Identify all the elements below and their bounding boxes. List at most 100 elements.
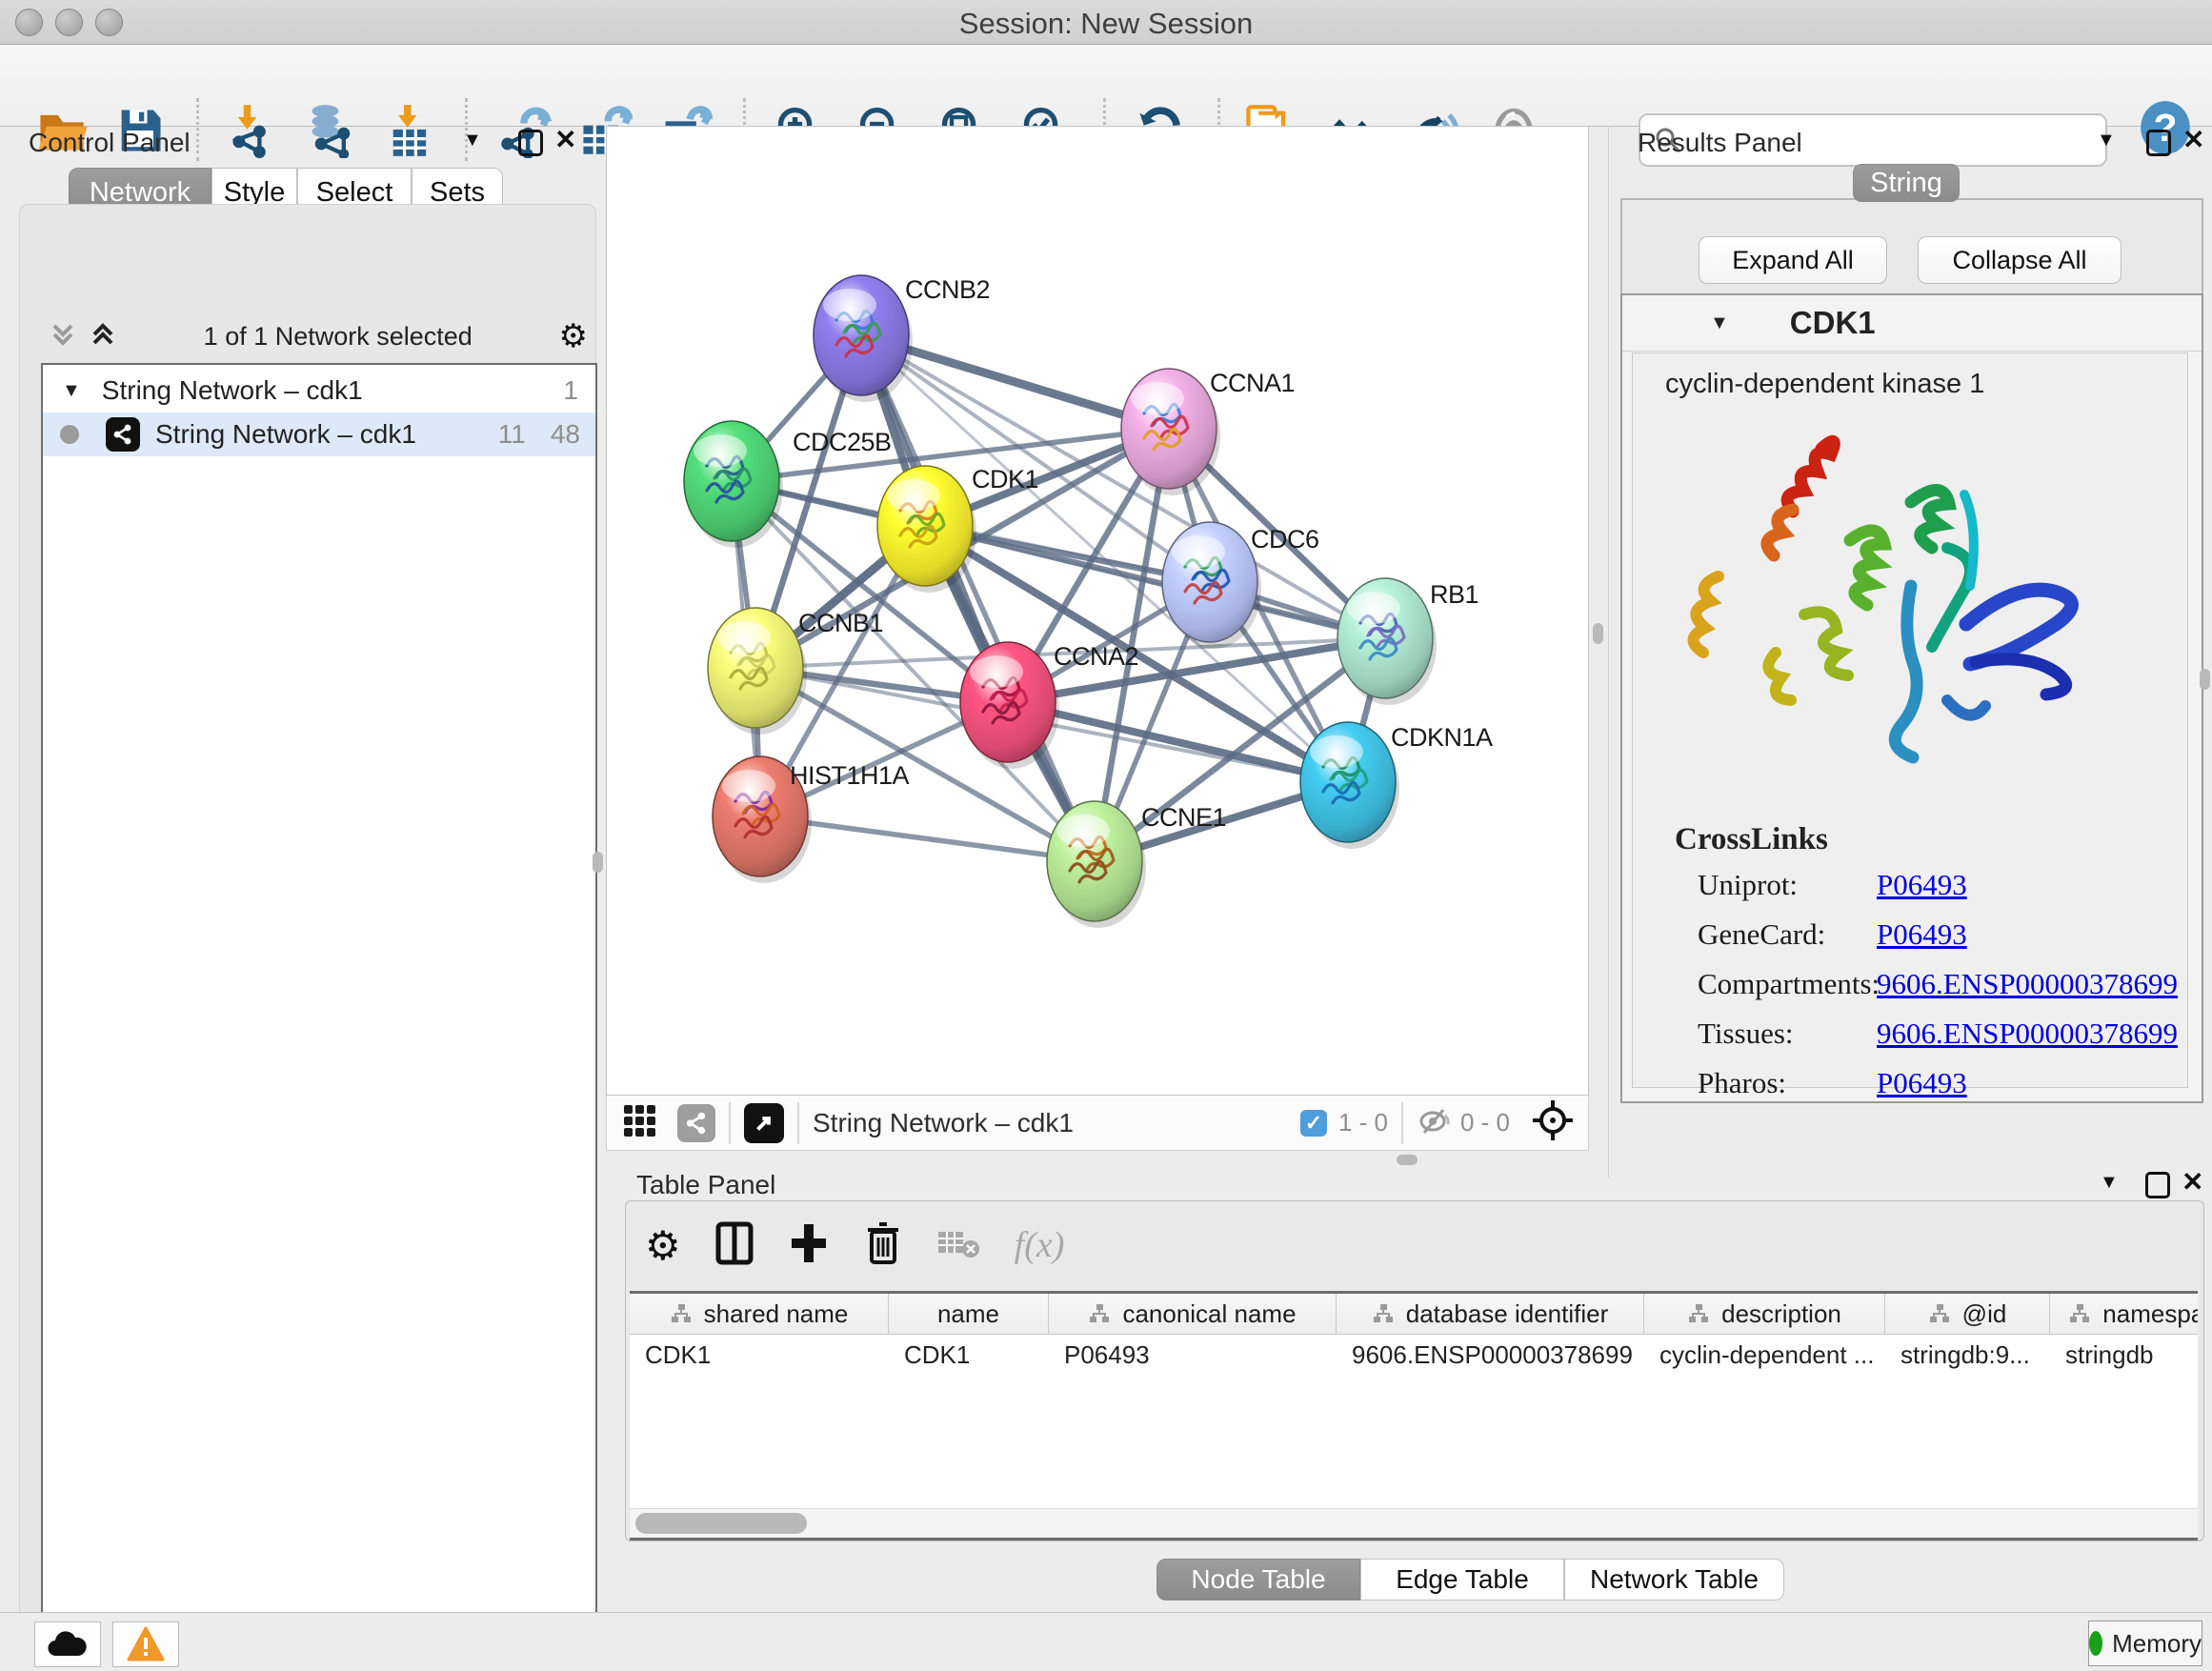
network-collection-row[interactable]: ▼ String Network – cdk1 1 <box>43 369 595 413</box>
svg-text:CCNE1: CCNE1 <box>1141 803 1226 832</box>
table-panel-title: Table Panel <box>636 1170 775 1200</box>
hidden-items-eye-icon[interactable] <box>1417 1104 1453 1141</box>
tab-node-table[interactable]: Node Table <box>1156 1559 1360 1601</box>
float-panel-icon[interactable] <box>518 130 543 156</box>
collapse-all-button[interactable]: Collapse All <box>1918 236 2122 284</box>
svg-text:HIST1H1A: HIST1H1A <box>790 761 910 790</box>
close-panel-icon[interactable]: ✕ <box>2182 1166 2203 1198</box>
float-panel-icon[interactable] <box>2146 130 2171 156</box>
column-header[interactable]: name <box>889 1294 1049 1334</box>
tissues-link[interactable]: 9606.ENSP00000378699 <box>1877 1017 2178 1050</box>
network-graph[interactable]: CCNB2CCNA1CDC25BCDK1CDC6RB1CCNB1CCNA2CDK… <box>607 127 1588 1095</box>
close-panel-icon[interactable]: ✕ <box>2182 124 2204 155</box>
crosslink-value: 9606.ENSP00000378699 <box>1877 1017 2178 1051</box>
delete-column-icon[interactable] <box>864 1220 902 1271</box>
pharos-link[interactable]: P06493 <box>1877 1066 1967 1099</box>
attribute-icon <box>2068 1302 2091 1325</box>
genecard-link[interactable]: P06493 <box>1877 917 1967 951</box>
table-box: ⚙ f(x) shared name name canonical name d… <box>625 1200 2204 1541</box>
add-column-icon[interactable] <box>788 1220 830 1271</box>
fit-selected-crosshair-icon[interactable] <box>1531 1098 1575 1147</box>
control-panel-title: Control Panel <box>29 128 191 158</box>
function-builder-icon[interactable]: f(x) <box>1015 1224 1065 1266</box>
close-panel-icon[interactable]: ✕ <box>554 124 576 155</box>
svg-text:CDK1: CDK1 <box>972 465 1038 493</box>
column-header[interactable]: canonical name <box>1049 1294 1337 1334</box>
entry-name: CDK1 <box>1790 305 1876 341</box>
delete-table-icon[interactable] <box>936 1226 980 1265</box>
node-CCNA1: CCNA1 <box>1121 369 1295 495</box>
current-network-dot-icon <box>60 425 79 444</box>
collection-count: 1 <box>563 375 578 406</box>
attribute-icon <box>1088 1302 1111 1325</box>
panel-menu-icon[interactable]: ▼ <box>2100 1172 2119 1194</box>
memory-button[interactable]: Memory <box>2088 1621 2202 1666</box>
tab-string-results[interactable]: String <box>1853 164 1960 202</box>
network-row-selected[interactable]: String Network – cdk1 11 48 <box>43 413 595 456</box>
table-horizontal-scrollbar[interactable] <box>630 1508 2198 1538</box>
svg-text:CDC25B: CDC25B <box>793 428 892 456</box>
results-scrollbar-thumb[interactable] <box>2200 669 2210 690</box>
main-toolbar: ? <box>0 45 2212 127</box>
compartments-link[interactable]: 9606.ENSP00000378699 <box>1877 967 2178 1000</box>
birdseye-view-icon[interactable] <box>744 1103 784 1143</box>
results-panel-title: Results Panel <box>1638 128 1802 158</box>
collection-expander-icon[interactable]: ▼ <box>62 380 81 402</box>
cloud-status-button[interactable] <box>34 1621 101 1667</box>
right-splitter-handle[interactable] <box>1593 623 1603 644</box>
crosslink-value: 9606.ENSP00000378699 <box>1877 967 2178 1001</box>
scrollbar-thumb[interactable] <box>635 1513 807 1534</box>
collapse-all-networks-icon[interactable] <box>49 318 77 355</box>
network-options-gear-icon[interactable]: ⚙ <box>559 317 588 355</box>
crosslink-label: Compartments: <box>1698 967 1880 1001</box>
table-tabs: Node Table Edge Table Network Table <box>1156 1559 1784 1601</box>
column-header[interactable]: @id <box>1885 1294 2050 1334</box>
table-options-gear-icon[interactable]: ⚙ <box>645 1222 681 1269</box>
expand-all-button[interactable]: Expand All <box>1699 236 1887 284</box>
left-splitter-handle[interactable] <box>593 852 603 873</box>
tab-network-table[interactable]: Network Table <box>1564 1559 1784 1601</box>
node-table[interactable]: shared name name canonical name database… <box>630 1291 2198 1540</box>
string-view-icon[interactable] <box>677 1104 715 1142</box>
column-header[interactable]: database identifier <box>1337 1294 1644 1334</box>
network-label: String Network – cdk1 <box>155 419 416 450</box>
window-title: Session: New Session <box>0 7 2212 41</box>
cloud-icon <box>47 1629 89 1660</box>
selected-counts: 1 - 0 <box>1338 1108 1388 1137</box>
column-header[interactable]: description <box>1644 1294 1885 1334</box>
entry-expander-icon[interactable]: ▼ <box>1710 312 1729 334</box>
grid-view-icon[interactable] <box>622 1101 660 1144</box>
svg-text:CDC6: CDC6 <box>1251 525 1319 554</box>
table-row[interactable]: CDK1 CDK1 P06493 9606.ENSP00000378699 cy… <box>630 1334 2198 1376</box>
float-panel-icon[interactable] <box>2145 1172 2170 1198</box>
results-panel: Results Panel ▼ ✕ String Expand All Coll… <box>1608 126 2212 1178</box>
tab-edge-table[interactable]: Edge Table <box>1360 1559 1564 1601</box>
network-canvas[interactable]: CCNB2CCNA1CDC25BCDK1CDC6RB1CCNB1CCNA2CDK… <box>606 126 1589 1096</box>
network-node-count: 11 <box>498 419 526 450</box>
entry-header[interactable]: ▼ CDK1 <box>1622 295 2202 352</box>
expand-all-networks-icon[interactable] <box>89 318 117 355</box>
panel-menu-icon[interactable]: ▼ <box>2097 130 2116 151</box>
cytoscape-window: Session: New Session <box>0 0 2212 1671</box>
svg-text:CCNB1: CCNB1 <box>798 609 883 637</box>
view-network-name: String Network – cdk1 <box>813 1108 1074 1138</box>
column-header[interactable]: shared name <box>630 1294 889 1334</box>
crosslink-label: Tissues: <box>1698 1017 1794 1051</box>
table-header-row: shared name name canonical name database… <box>630 1294 2198 1335</box>
results-entry-box: ▼ CDK1 cyclin-dependent kinase 1 <box>1620 293 2203 1103</box>
string-network-icon <box>106 417 140 452</box>
uniprot-link[interactable]: P06493 <box>1877 868 1967 901</box>
node-RB1: RB1 <box>1337 578 1478 705</box>
hidden-counts: 0 - 0 <box>1460 1108 1510 1137</box>
selected-items-checkbox[interactable]: ✓ <box>1300 1110 1327 1137</box>
results-actions-box: Expand All Collapse All <box>1620 198 2203 295</box>
entry-details: cyclin-dependent kinase 1 <box>1632 352 2188 1088</box>
column-header[interactable]: namespace <box>2050 1294 2198 1334</box>
show-columns-icon[interactable] <box>715 1220 754 1271</box>
panel-menu-icon[interactable]: ▼ <box>463 130 482 151</box>
svg-text:CDKN1A: CDKN1A <box>1391 723 1493 752</box>
warnings-button[interactable] <box>112 1621 179 1667</box>
node-CCNB1: CCNB1 <box>708 608 883 735</box>
svg-text:CCNA1: CCNA1 <box>1210 369 1295 397</box>
crosslink-label: GeneCard: <box>1698 917 1825 952</box>
